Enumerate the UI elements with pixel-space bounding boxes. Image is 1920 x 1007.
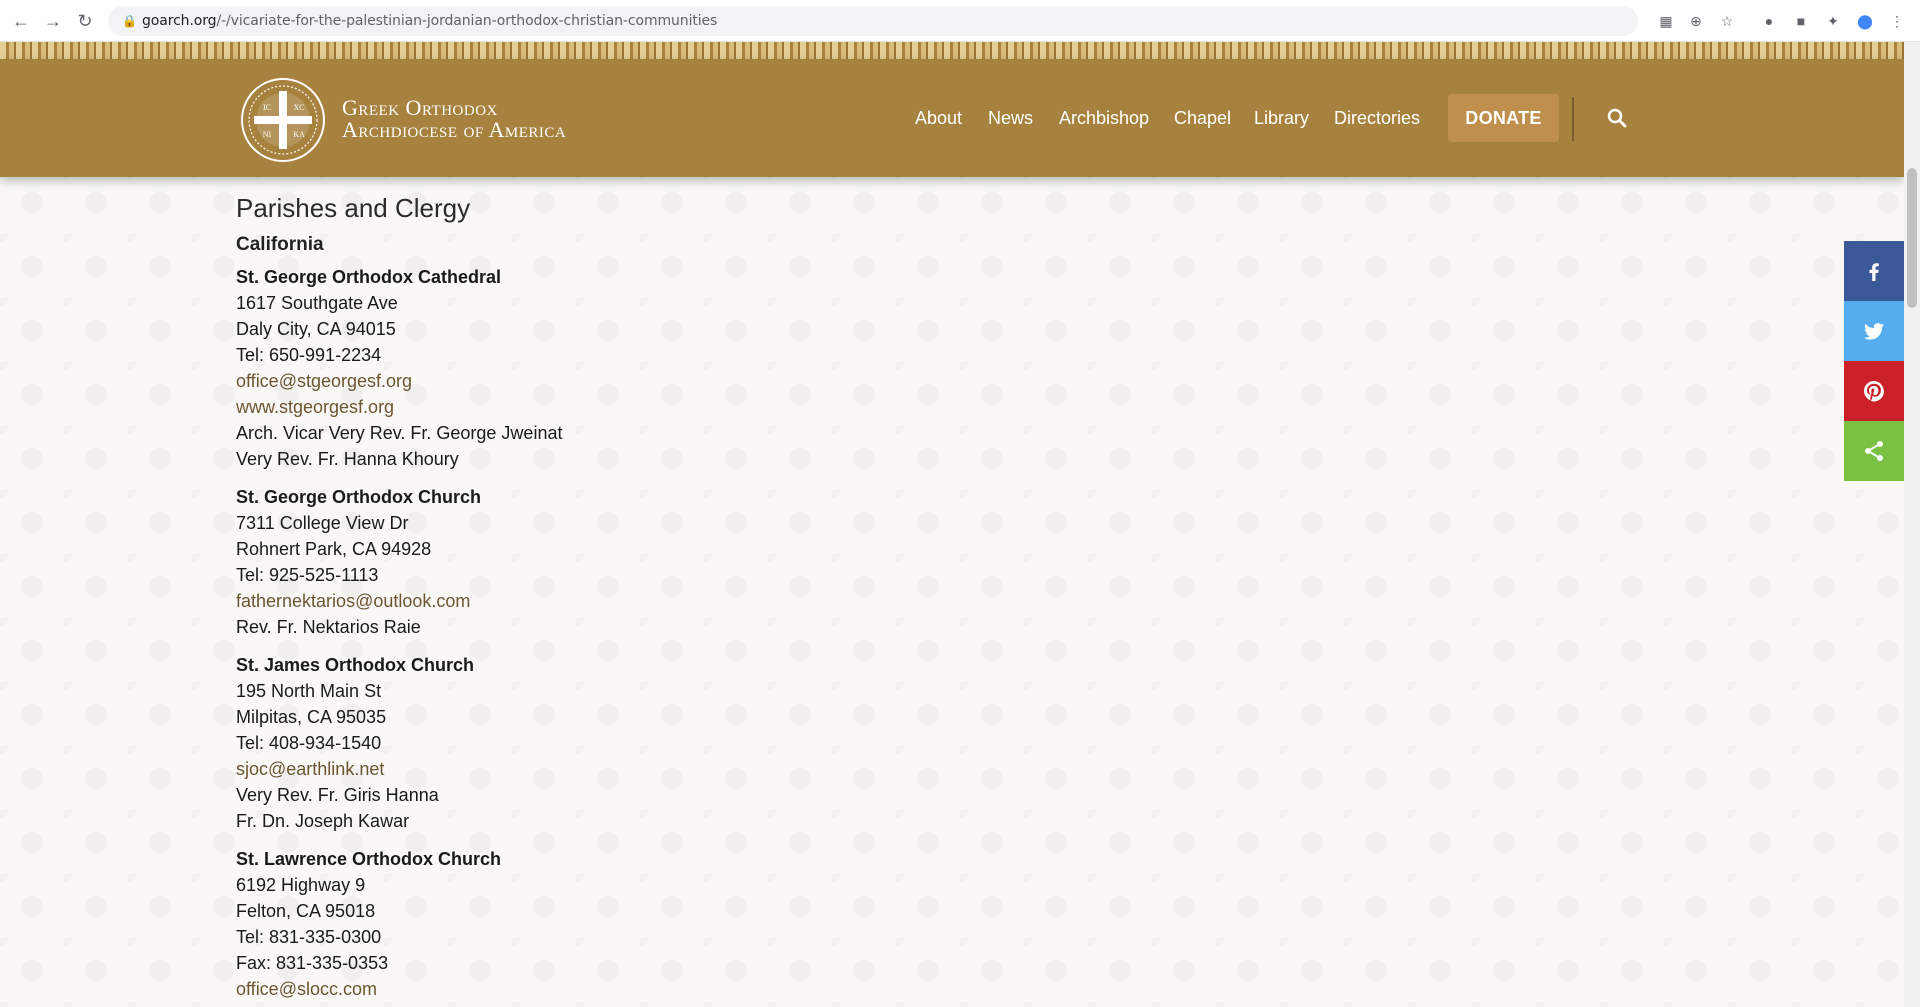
svg-text:IC: IC: [263, 103, 271, 112]
parish-detail: Very Rev. Fr. Hanna Khoury: [236, 449, 459, 469]
parish-detail: 6192 Highway 9: [236, 875, 366, 895]
archdiocese-logo-icon[interactable]: IC XC NI KA: [240, 77, 326, 163]
pinterest-share-button[interactable]: [1844, 361, 1904, 421]
parish-detail: Very Rev. Fr. Giris Hanna: [236, 785, 439, 805]
back-arrow-icon[interactable]: ←: [8, 8, 34, 34]
parish-detail: Fax: 831-335-0353: [236, 953, 389, 973]
svg-text:XC: XC: [293, 103, 304, 112]
nav-directories[interactable]: Directories: [1334, 106, 1420, 130]
parish-detail: Tel: 408-934-1540: [236, 733, 382, 753]
twitter-icon: [1864, 323, 1884, 340]
brand-line-2[interactable]: Archdiocese of America: [342, 119, 566, 141]
nav-news[interactable]: News: [988, 106, 1033, 130]
qr-code-icon[interactable]: ▦: [1655, 10, 1677, 32]
parish-link[interactable]: office@slocc.com: [236, 976, 377, 1002]
parish-name: St. George Orthodox Church: [236, 487, 482, 507]
scrollbar[interactable]: [1904, 42, 1920, 1007]
section-heading: Parishes and Clergy: [236, 193, 471, 223]
parish-detail: Felton, CA 95018: [236, 901, 376, 921]
nav-about[interactable]: About: [915, 106, 962, 130]
site-header: IC XC NI KA Greek Orthodox Archdiocese o…: [0, 59, 1904, 177]
parish-detail: Arch. Vicar Very Rev. Fr. George Jweinat: [236, 423, 563, 443]
parish-detail: 7311 College View Dr: [236, 513, 409, 533]
browser-toolbar: ← → ↻ 🔒 goarch.org/-/vicariate-for-the-p…: [0, 0, 1920, 42]
parish-detail: Tel: 925-525-1113: [236, 565, 379, 585]
share-share-button[interactable]: [1844, 421, 1904, 481]
profile-avatar-icon[interactable]: ⬤: [1854, 10, 1876, 32]
zoom-icon[interactable]: ⊕: [1685, 10, 1707, 32]
nav-divider: [1572, 97, 1574, 141]
parish-name: St. George Orthodox Cathedral: [236, 267, 502, 287]
parish-detail: Rev. Fr. Nektarios Raie: [236, 617, 421, 637]
extension-terminal-icon[interactable]: ■: [1790, 10, 1812, 32]
facebook-icon: [1869, 263, 1879, 281]
extension-globe-icon[interactable]: ●: [1758, 10, 1780, 32]
donate-button[interactable]: DONATE: [1448, 94, 1559, 142]
nav-archbishop[interactable]: Archbishop: [1059, 106, 1149, 130]
parish-name: St. James Orthodox Church: [236, 655, 475, 675]
brand-wordmark[interactable]: Greek Orthodox Archdiocese of America: [342, 97, 566, 141]
parish-detail: Daly City, CA 94015: [236, 319, 396, 339]
address-bar[interactable]: 🔒 goarch.org/-/vicariate-for-the-palesti…: [108, 6, 1638, 36]
facebook-share-button[interactable]: [1844, 241, 1904, 301]
parish-detail: Tel: 650-991-2234: [236, 345, 382, 365]
parish-name: St. Lawrence Orthodox Church: [236, 849, 502, 869]
parish-detail: 1617 Southgate Ave: [236, 293, 398, 313]
parish-detail: Tel: 831-335-0300: [236, 927, 382, 947]
forward-arrow-icon[interactable]: →: [40, 8, 66, 34]
state-heading: California: [236, 234, 324, 255]
parish-link[interactable]: office@stgeorgesf.org: [236, 368, 412, 394]
search-icon[interactable]: [1605, 106, 1629, 130]
parish-detail: Fr. Dn. Joseph Kawar: [236, 811, 410, 831]
url-text[interactable]: goarch.org/-/vicariate-for-the-palestini…: [142, 6, 717, 36]
brand-line-1[interactable]: Greek Orthodox: [342, 97, 566, 119]
page-viewport: IC XC NI KA Greek Orthodox Archdiocese o…: [0, 42, 1904, 1007]
extensions-puzzle-icon[interactable]: ✦: [1822, 10, 1844, 32]
lock-icon[interactable]: 🔒: [122, 13, 138, 29]
parish-detail: Rohnert Park, CA 94928: [236, 539, 432, 559]
menu-kebab-icon[interactable]: ⋮: [1886, 10, 1908, 32]
pinterest-icon: [1864, 381, 1884, 402]
scrollbar-thumb[interactable]: [1907, 168, 1917, 308]
svg-text:NI: NI: [263, 130, 272, 139]
parish-link[interactable]: sjoc@earthlink.net: [236, 756, 384, 782]
nav-library[interactable]: Library: [1254, 106, 1309, 130]
nav-chapel[interactable]: Chapel: [1174, 106, 1231, 130]
parish-link[interactable]: www.stgeorgesf.org: [236, 394, 394, 420]
reload-icon[interactable]: ↻: [72, 8, 98, 34]
parish-detail: 195 North Main St: [236, 681, 382, 701]
share-icon: [1865, 441, 1883, 461]
parish-detail: Milpitas, CA 95035: [236, 707, 387, 727]
parish-link[interactable]: fathernektarios@outlook.com: [236, 588, 470, 614]
bookmark-star-icon[interactable]: ☆: [1716, 10, 1738, 32]
svg-text:KA: KA: [293, 130, 305, 139]
twitter-share-button[interactable]: [1844, 301, 1904, 361]
